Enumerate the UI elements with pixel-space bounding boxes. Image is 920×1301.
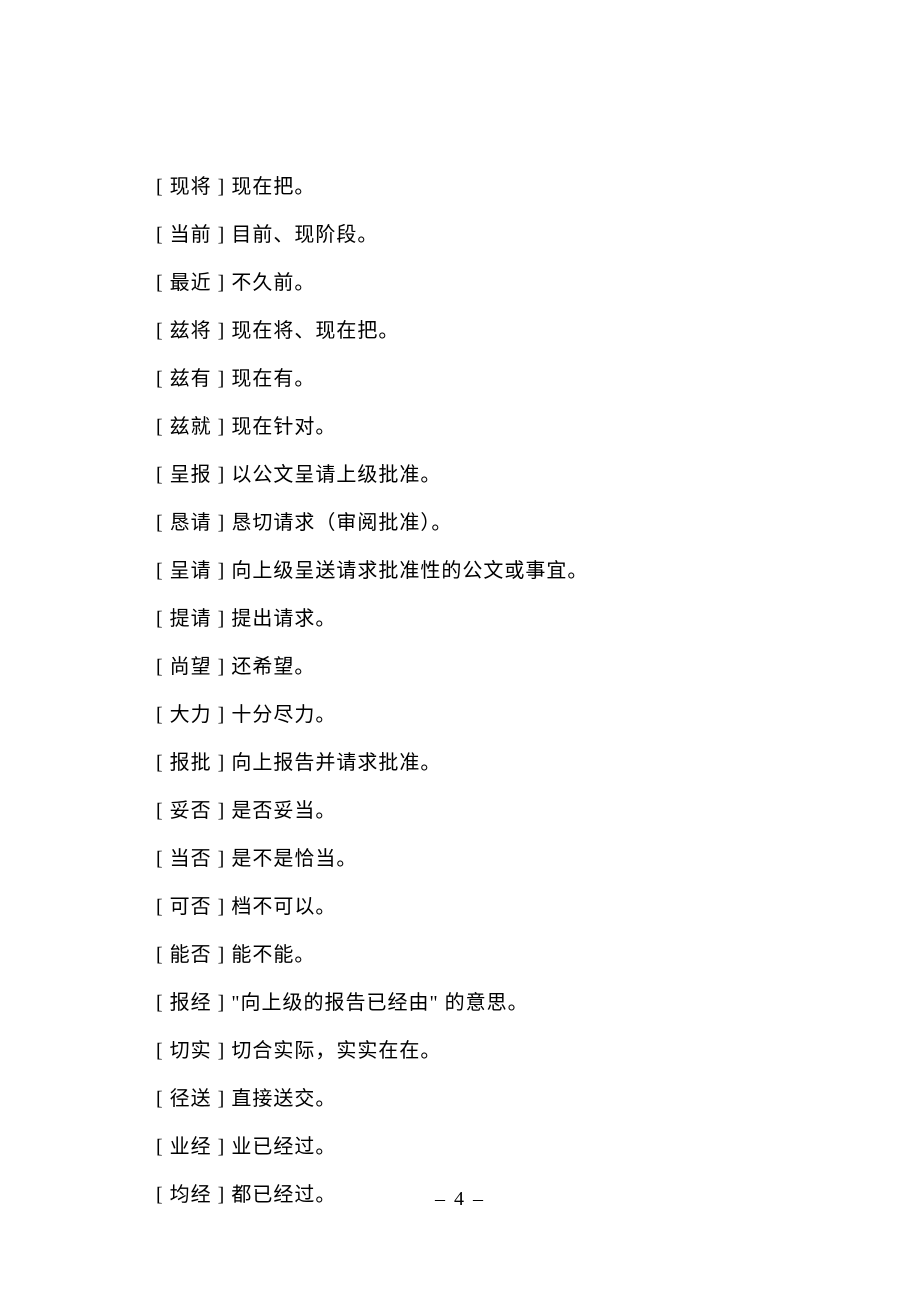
glossary-entry: [ 可否 ] 档不可以。	[156, 892, 820, 922]
glossary-entry: [ 当否 ] 是不是恰当。	[156, 844, 820, 874]
entry-definition: 还希望。	[225, 656, 315, 678]
entry-term: [ 可否 ]	[156, 896, 225, 918]
entry-definition: 以公文呈请上级批准。	[225, 464, 441, 486]
glossary-entry: [ 大力 ] 十分尽力。	[156, 700, 820, 730]
entry-definition: 现在针对。	[225, 416, 336, 438]
entry-term: [ 兹就 ]	[156, 416, 225, 438]
entry-term: [ 当前 ]	[156, 224, 225, 246]
entry-definition: 档不可以。	[225, 896, 336, 918]
glossary-entry: [ 能否 ] 能不能。	[156, 940, 820, 970]
glossary-entry: [ 当前 ] 目前、现阶段。	[156, 220, 820, 250]
glossary-entry: [ 报批 ] 向上报告并请求批准。	[156, 748, 820, 778]
entry-definition: 是否妥当。	[225, 800, 336, 822]
entry-term: [ 当否 ]	[156, 848, 225, 870]
entry-definition: 业已经过。	[225, 1136, 336, 1158]
entry-term: [ 报经 ]	[156, 992, 225, 1014]
glossary-entry: [ 呈请 ] 向上级呈送请求批准性的公文或事宜。	[156, 556, 820, 586]
glossary-entry: [ 妥否 ] 是否妥当。	[156, 796, 820, 826]
entries-list: [ 现将 ] 现在把。 [ 当前 ] 目前、现阶段。 [ 最近 ] 不久前。 [ 兹将…	[156, 172, 820, 1210]
glossary-entry: [ 报经 ] "向上级的报告已经由" 的意思。	[156, 988, 820, 1018]
glossary-entry: [ 尚望 ] 还希望。	[156, 652, 820, 682]
entry-definition: 向上报告并请求批准。	[225, 752, 441, 774]
entry-term: [ 呈请 ]	[156, 560, 225, 582]
entry-term: [ 妥否 ]	[156, 800, 225, 822]
entry-definition: 能不能。	[225, 944, 315, 966]
entry-term: [ 恳请 ]	[156, 512, 225, 534]
glossary-entry: [ 最近 ] 不久前。	[156, 268, 820, 298]
glossary-entry: [ 恳请 ] 恳切请求（审阅批准）。	[156, 508, 820, 538]
entry-term: [ 呈报 ]	[156, 464, 225, 486]
entry-term: [ 提请 ]	[156, 608, 225, 630]
entry-term: [ 切实 ]	[156, 1040, 225, 1062]
entry-term: [ 能否 ]	[156, 944, 225, 966]
glossary-entry: [ 兹将 ] 现在将、现在把。	[156, 316, 820, 346]
entry-definition: 现在有。	[225, 368, 315, 390]
entry-definition: 现在把。	[225, 176, 315, 198]
glossary-entry: [ 径送 ] 直接送交。	[156, 1084, 820, 1114]
glossary-entry: [ 兹就 ] 现在针对。	[156, 412, 820, 442]
entry-term: [ 报批 ]	[156, 752, 225, 774]
entry-definition: 直接送交。	[225, 1088, 336, 1110]
glossary-entry: [ 提请 ] 提出请求。	[156, 604, 820, 634]
entry-term: [ 现将 ]	[156, 176, 225, 198]
entry-definition: 提出请求。	[225, 608, 336, 630]
entry-term: [ 兹将 ]	[156, 320, 225, 342]
glossary-entry: [ 呈报 ] 以公文呈请上级批准。	[156, 460, 820, 490]
glossary-entry: [ 切实 ] 切合实际，实实在在。	[156, 1036, 820, 1066]
entry-term: [ 最近 ]	[156, 272, 225, 294]
entry-definition: 十分尽力。	[225, 704, 336, 726]
entry-definition: 现在将、现在把。	[225, 320, 399, 342]
glossary-entry: [ 兹有 ] 现在有。	[156, 364, 820, 394]
entry-term: [ 兹有 ]	[156, 368, 225, 390]
entry-term: [ 业经 ]	[156, 1136, 225, 1158]
entry-definition: 是不是恰当。	[225, 848, 357, 870]
entry-definition: "向上级的报告已经由" 的意思。	[225, 992, 528, 1014]
entry-term: [ 大力 ]	[156, 704, 225, 726]
page-number: – 4 –	[0, 1188, 920, 1211]
entry-term: [ 径送 ]	[156, 1088, 225, 1110]
entry-definition: 目前、现阶段。	[225, 224, 378, 246]
entry-definition: 切合实际，实实在在。	[225, 1040, 441, 1062]
entry-definition: 不久前。	[225, 272, 315, 294]
document-page: [ 现将 ] 现在把。 [ 当前 ] 目前、现阶段。 [ 最近 ] 不久前。 [ 兹将…	[0, 0, 920, 1288]
entry-term: [ 尚望 ]	[156, 656, 225, 678]
entry-definition: 恳切请求（审阅批准）。	[225, 512, 452, 534]
glossary-entry: [ 业经 ] 业已经过。	[156, 1132, 820, 1162]
entry-definition: 向上级呈送请求批准性的公文或事宜。	[225, 560, 588, 582]
glossary-entry: [ 现将 ] 现在把。	[156, 172, 820, 202]
